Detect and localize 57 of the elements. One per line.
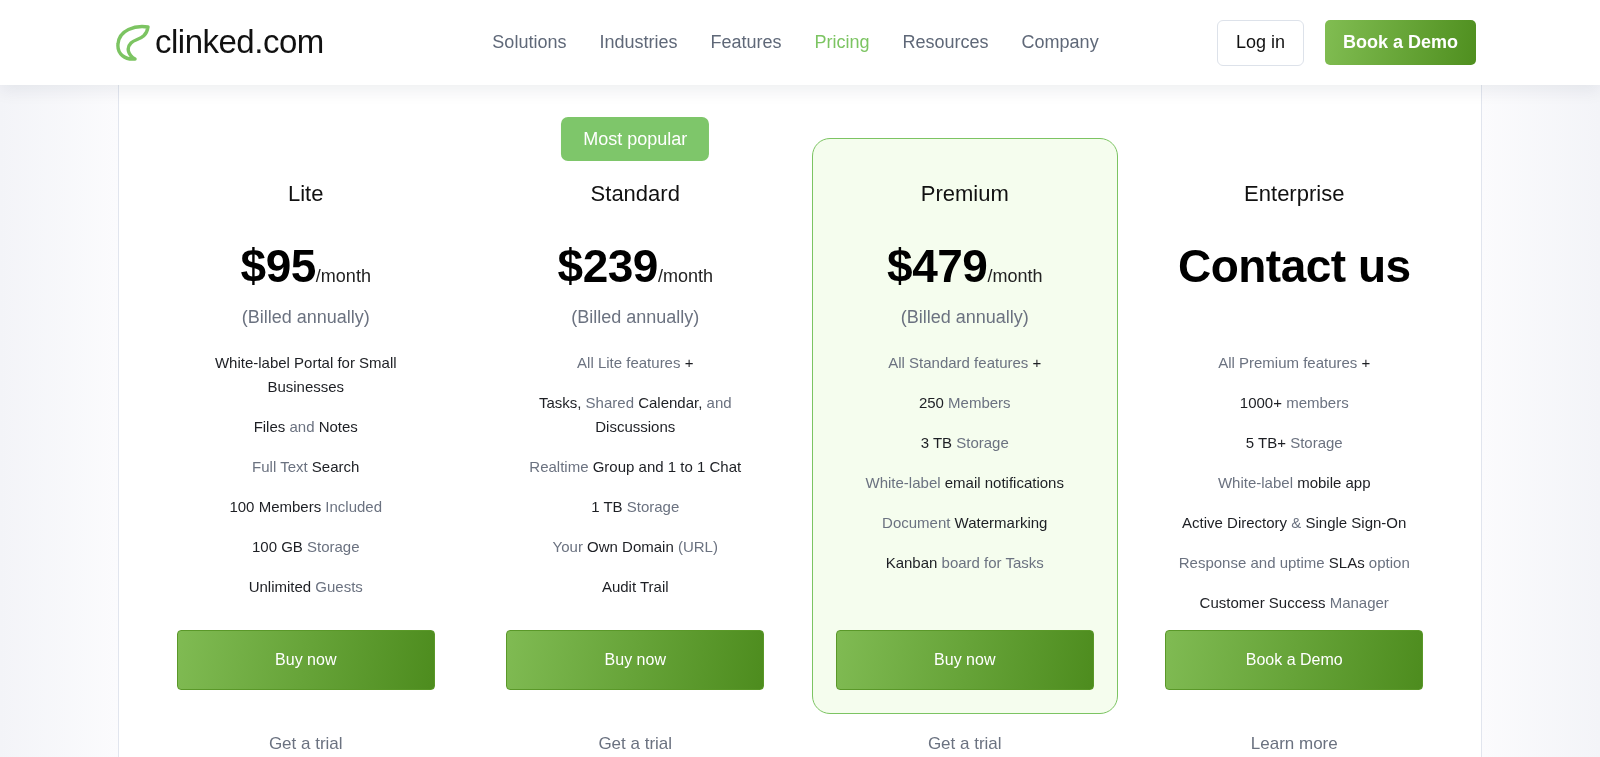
billing-note: (Billed annually) xyxy=(571,306,700,329)
feature-text: Document Watermarking xyxy=(882,513,1048,533)
plan-button[interactable]: Book a Demo xyxy=(1165,630,1424,690)
feature-text: All Lite features + xyxy=(577,353,694,373)
plan-title: Standard xyxy=(590,180,680,208)
login-button[interactable]: Log in xyxy=(1216,19,1304,66)
feature-text: Kanban board for Tasks xyxy=(885,553,1044,573)
plan-link[interactable]: Get a trial xyxy=(268,734,343,754)
feature-text: Response and uptime SLAs option xyxy=(1178,553,1410,573)
price-amount: $95 xyxy=(240,241,316,292)
nav-link[interactable]: Industries xyxy=(599,31,678,54)
feature-text: Files and Notes xyxy=(253,417,358,437)
feature-text: 1 TB Storage xyxy=(591,497,680,517)
plan-title: Premium xyxy=(920,180,1009,208)
feature-text: Active Directory & Single Sign-On xyxy=(1182,513,1407,533)
feature-text: Audit Trail xyxy=(601,577,669,597)
feature-text: Full Text Search xyxy=(252,457,360,477)
feature-text: White-label email notifications xyxy=(865,473,1064,493)
feature-text: 100 GB Storage xyxy=(251,537,360,557)
nav-link[interactable]: Features xyxy=(710,31,782,54)
feature-text: White-label Portal for Small Businesses xyxy=(213,353,398,397)
plan-title: Enterprise xyxy=(1244,180,1345,208)
feature-text: 5 TB+ Storage xyxy=(1245,433,1343,453)
plan-link[interactable]: Get a trial xyxy=(927,734,1002,754)
price-period: /month xyxy=(315,266,371,288)
feature-text: 250 Members xyxy=(918,393,1011,413)
nav-link[interactable]: Company xyxy=(1021,31,1099,54)
feature-text: 100 Members Included xyxy=(229,497,383,517)
price-amount: $239 xyxy=(557,241,658,292)
plan-link[interactable]: Learn more xyxy=(1250,734,1338,754)
billing-note: (Billed annually) xyxy=(900,306,1029,329)
feature-text: White-label mobile app xyxy=(1217,473,1371,493)
price-period: /month xyxy=(657,266,713,288)
feature-text: Your Own Domain (URL) xyxy=(552,537,718,557)
price-amount: $479 xyxy=(887,241,988,292)
billing-note: (Billed annually) xyxy=(241,306,370,329)
contact-heading: Contact us xyxy=(1177,241,1411,292)
leaf-logo-icon xyxy=(115,23,151,62)
feature-text: All Premium features + xyxy=(1218,353,1371,373)
feature-text: Tasks, Shared Calendar, and Discussions xyxy=(537,393,733,437)
plan-button[interactable]: Buy now xyxy=(506,630,765,690)
plan-link[interactable]: Get a trial xyxy=(598,734,673,754)
plan-button[interactable]: Buy now xyxy=(176,630,435,690)
plan-title: Lite xyxy=(288,180,324,208)
popular-badge: Most popular xyxy=(561,117,710,161)
plan-button[interactable]: Buy now xyxy=(835,630,1094,690)
feature-text: Unlimited Guests xyxy=(248,577,363,597)
price-period: /month xyxy=(987,266,1043,288)
logo-text: clinked.com xyxy=(155,24,324,61)
nav-link[interactable]: Resources xyxy=(902,31,989,54)
feature-text: All Standard features + xyxy=(888,353,1042,373)
demo-button[interactable]: Book a Demo xyxy=(1324,19,1476,65)
feature-text: 1000+ members xyxy=(1239,393,1349,413)
nav-link[interactable]: Solutions xyxy=(492,31,567,54)
feature-text: Realtime Group and 1 to 1 Chat xyxy=(529,457,742,477)
feature-text: 3 TB Storage xyxy=(920,433,1009,453)
feature-text: Customer Success Manager xyxy=(1199,593,1389,613)
